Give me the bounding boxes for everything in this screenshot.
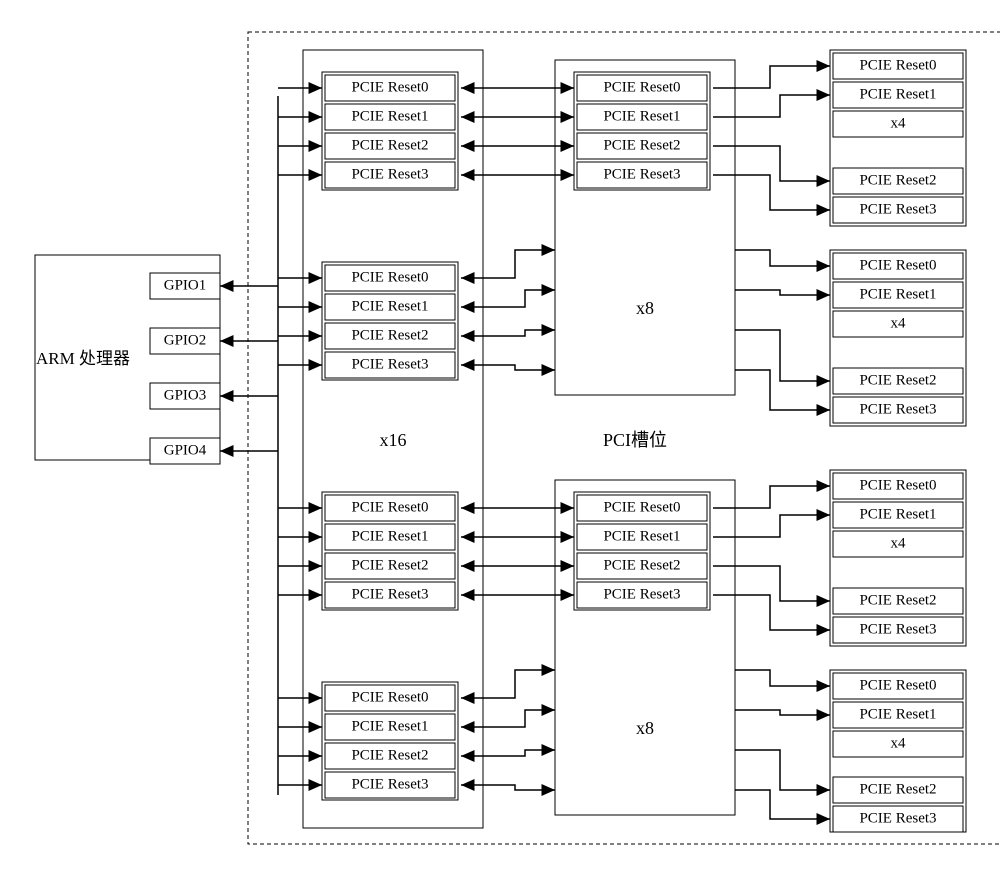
svg-text:PCIE Reset2: PCIE Reset2 — [603, 137, 680, 153]
svg-text:PCIE Reset2: PCIE Reset2 — [351, 557, 428, 573]
svg-text:PCIE Reset0: PCIE Reset0 — [351, 269, 428, 285]
svg-text:PCIE Reset2: PCIE Reset2 — [859, 781, 936, 797]
gpio3-label: GPIO3 — [164, 387, 207, 403]
svg-text:PCIE Reset1: PCIE Reset1 — [859, 286, 936, 302]
svg-text:PCIE Reset1: PCIE Reset1 — [351, 718, 428, 734]
gpio4-label: GPIO4 — [164, 442, 207, 458]
svg-text:PCIE Reset2: PCIE Reset2 — [859, 372, 936, 388]
svg-text:PCIE Reset0: PCIE Reset0 — [351, 499, 428, 515]
svg-text:PCIE Reset3: PCIE Reset3 — [603, 586, 680, 602]
svg-text:PCIE Reset3: PCIE Reset3 — [351, 776, 428, 792]
gpio2-label: GPIO2 — [164, 332, 207, 348]
svg-text:PCIE Reset2: PCIE Reset2 — [351, 747, 428, 763]
svg-text:PCIE Reset2: PCIE Reset2 — [351, 327, 428, 343]
svg-text:x4: x4 — [891, 735, 907, 751]
svg-text:PCIE Reset3: PCIE Reset3 — [351, 166, 428, 182]
x8-lower-label: x8 — [636, 718, 654, 738]
svg-text:PCIE Reset1: PCIE Reset1 — [859, 506, 936, 522]
svg-text:PCIE Reset2: PCIE Reset2 — [351, 137, 428, 153]
svg-text:PCIE Reset2: PCIE Reset2 — [859, 592, 936, 608]
x8-upper-group: PCIE Reset0 PCIE Reset1 PCIE Reset2 PCIE… — [574, 72, 710, 190]
svg-text:PCIE Reset1: PCIE Reset1 — [603, 528, 680, 544]
svg-text:PCIE Reset0: PCIE Reset0 — [859, 677, 936, 693]
svg-text:x4: x4 — [891, 315, 907, 331]
svg-text:PCIE Reset1: PCIE Reset1 — [351, 298, 428, 314]
svg-text:PCIE Reset2: PCIE Reset2 — [859, 172, 936, 188]
svg-text:PCIE Reset1: PCIE Reset1 — [603, 108, 680, 124]
svg-text:PCIE Reset0: PCIE Reset0 — [859, 257, 936, 273]
svg-text:PCIE Reset3: PCIE Reset3 — [859, 201, 936, 217]
x4-groups: PCIE Reset0 PCIE Reset1 x4 PCIE Reset2 P… — [830, 50, 966, 832]
svg-text:PCIE Reset0: PCIE Reset0 — [603, 79, 680, 95]
svg-text:PCIE Reset3: PCIE Reset3 — [351, 356, 428, 372]
diagram: ARM 处理器 GPIO1 GPIO2 GPIO3 GPIO4 PCI槽位 x1… — [20, 20, 1000, 855]
x8-lower-group: PCIE Reset0 PCIE Reset1 PCIE Reset2 PCIE… — [574, 492, 710, 610]
svg-text:PCIE Reset1: PCIE Reset1 — [351, 108, 428, 124]
gpio-group: GPIO1 GPIO2 GPIO3 GPIO4 — [150, 273, 220, 464]
svg-text:PCIE Reset2: PCIE Reset2 — [603, 557, 680, 573]
svg-text:PCIE Reset0: PCIE Reset0 — [603, 499, 680, 515]
svg-text:x4: x4 — [891, 535, 907, 551]
svg-text:x4: x4 — [891, 115, 907, 131]
svg-text:PCIE Reset3: PCIE Reset3 — [859, 621, 936, 637]
arm-title: ARM 处理器 — [36, 349, 130, 368]
x16-label: x16 — [380, 430, 407, 450]
pci-slot-label: PCI槽位 — [603, 430, 667, 450]
svg-text:PCIE Reset0: PCIE Reset0 — [859, 477, 936, 493]
svg-text:PCIE Reset1: PCIE Reset1 — [351, 528, 428, 544]
gpio1-label: GPIO1 — [164, 277, 207, 293]
x8-upper-label: x8 — [636, 298, 654, 318]
svg-text:PCIE Reset0: PCIE Reset0 — [859, 57, 936, 73]
svg-text:PCIE Reset1: PCIE Reset1 — [859, 86, 936, 102]
svg-text:PCIE Reset3: PCIE Reset3 — [603, 166, 680, 182]
svg-text:PCIE Reset1: PCIE Reset1 — [859, 706, 936, 722]
svg-text:PCIE Reset3: PCIE Reset3 — [351, 586, 428, 602]
svg-text:PCIE Reset0: PCIE Reset0 — [351, 689, 428, 705]
svg-text:PCIE Reset0: PCIE Reset0 — [351, 79, 428, 95]
svg-text:PCIE Reset3: PCIE Reset3 — [859, 810, 936, 826]
svg-text:PCIE Reset3: PCIE Reset3 — [859, 401, 936, 417]
